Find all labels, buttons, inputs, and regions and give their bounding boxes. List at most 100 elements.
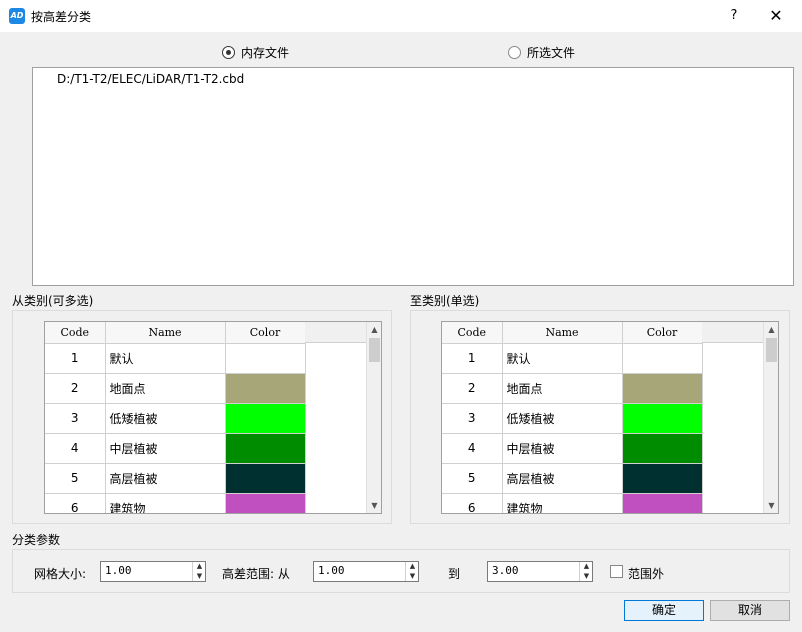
selected-file-label: 所选文件	[527, 45, 576, 60]
row-color-swatch	[225, 493, 306, 513]
table-row[interactable]: 2 地面点	[45, 373, 306, 404]
to-table[interactable]: Code Name Color 1 默认 2 地面点 3 低矮植被 4 中层植被…	[441, 321, 779, 514]
table-row[interactable]: 1 默认	[45, 343, 306, 374]
to-group-box: Code Name Color 1 默认 2 地面点 3 低矮植被 4 中层植被…	[410, 310, 790, 524]
row-code: 3	[45, 403, 106, 434]
ok-button[interactable]: 确定	[624, 600, 704, 621]
row-color-swatch	[622, 403, 703, 434]
height-from-spinbox[interactable]: 1.00 ▲ ▼	[313, 561, 419, 582]
table-row[interactable]: 1 默认	[442, 343, 703, 374]
to-class-table: Code Name Color 1 默认 2 地面点 3 低矮植被 4 中层植被…	[442, 322, 703, 513]
table-row[interactable]: 3 低矮植被	[45, 403, 306, 434]
col-code-header[interactable]: Code	[45, 322, 106, 344]
cancel-button[interactable]: 取消	[710, 600, 790, 621]
from-table[interactable]: Code Name Color 1 默认 2 地面点 3 低矮植被 4 中层植被…	[44, 321, 382, 514]
row-name: 中层植被	[502, 433, 623, 464]
memory-file-label: 内存文件	[241, 45, 290, 60]
window-title: 按高差分类	[31, 10, 92, 24]
scroll-up-icon[interactable]: ▲	[764, 322, 778, 337]
row-color-swatch	[225, 403, 306, 434]
to-table-scrollbar[interactable]: ▲ ▼	[763, 322, 778, 513]
radio-unselected-icon	[508, 45, 521, 59]
col-color-header[interactable]: Color	[622, 322, 703, 344]
row-color-swatch	[622, 343, 703, 374]
table-header-filler	[305, 322, 367, 343]
row-code: 2	[442, 373, 503, 404]
table-row[interactable]: 3 低矮植被	[442, 403, 703, 434]
table-row[interactable]: 5 高层植被	[442, 463, 703, 494]
table-row[interactable]: 6 建筑物	[442, 493, 703, 513]
row-name: 中层植被	[105, 433, 226, 464]
spin-down-icon[interactable]: ▼	[193, 572, 206, 581]
col-name-header[interactable]: Name	[502, 322, 623, 344]
help-button[interactable]: ?	[727, 6, 741, 26]
row-name: 默认	[502, 343, 623, 374]
col-name-header[interactable]: Name	[105, 322, 226, 344]
selected-file-radio[interactable]: 所选文件	[508, 44, 575, 60]
row-name: 高层植被	[502, 463, 623, 494]
row-name: 建筑物	[502, 493, 623, 513]
table-row[interactable]: 4 中层植被	[45, 433, 306, 464]
outside-range-checkbox[interactable]	[610, 565, 623, 578]
row-color-swatch	[622, 463, 703, 494]
from-class-table: Code Name Color 1 默认 2 地面点 3 低矮植被 4 中层植被…	[45, 322, 306, 513]
file-list-item[interactable]: D:/T1-T2/ELEC/LiDAR/T1-T2.cbd	[57, 72, 244, 86]
scroll-thumb[interactable]	[766, 338, 777, 362]
row-name: 地面点	[105, 373, 226, 404]
row-color-swatch	[622, 373, 703, 404]
scroll-thumb[interactable]	[369, 338, 380, 362]
table-row[interactable]: 2 地面点	[442, 373, 703, 404]
row-code: 6	[442, 493, 503, 513]
row-code: 6	[45, 493, 106, 513]
row-color-swatch	[622, 433, 703, 464]
spin-buttons[interactable]: ▲ ▼	[579, 562, 592, 581]
table-row[interactable]: 4 中层植被	[442, 433, 703, 464]
spin-up-icon[interactable]: ▲	[193, 562, 206, 571]
title-bar: AD 按高差分类 ? ✕	[0, 0, 802, 32]
to-label: 到	[448, 567, 461, 581]
from-group-box: Code Name Color 1 默认 2 地面点 3 低矮植被 4 中层植被…	[12, 310, 392, 524]
row-name: 高层植被	[105, 463, 226, 494]
grid-size-spinbox[interactable]: 1.00 ▲ ▼	[100, 561, 206, 582]
from-group-label: 从类别(可多选)	[12, 294, 94, 308]
outside-range-label: 范围外	[628, 567, 665, 581]
table-row[interactable]: 6 建筑物	[45, 493, 306, 513]
from-table-scrollbar[interactable]: ▲ ▼	[366, 322, 381, 513]
scroll-up-icon[interactable]: ▲	[367, 322, 381, 337]
params-group-label: 分类参数	[12, 533, 61, 547]
col-color-header[interactable]: Color	[225, 322, 306, 344]
grid-size-label: 网格大小:	[34, 567, 87, 581]
col-code-header[interactable]: Code	[442, 322, 503, 344]
app-icon: AD	[9, 8, 25, 24]
spin-buttons[interactable]: ▲ ▼	[405, 562, 418, 581]
height-range-label: 高差范围: 从	[222, 567, 290, 581]
row-code: 1	[45, 343, 106, 374]
row-color-swatch	[225, 373, 306, 404]
spin-up-icon[interactable]: ▲	[406, 562, 419, 571]
row-code: 4	[442, 433, 503, 464]
spin-buttons[interactable]: ▲ ▼	[192, 562, 205, 581]
row-code: 3	[442, 403, 503, 434]
scroll-down-icon[interactable]: ▼	[764, 498, 778, 513]
spin-up-icon[interactable]: ▲	[580, 562, 593, 571]
height-from-value: 1.00	[318, 564, 345, 577]
file-list[interactable]: D:/T1-T2/ELEC/LiDAR/T1-T2.cbd	[32, 67, 794, 286]
row-code: 5	[45, 463, 106, 494]
to-group-label: 至类别(单选)	[410, 294, 480, 308]
memory-file-radio[interactable]: 内存文件	[222, 44, 289, 60]
row-color-swatch	[622, 493, 703, 513]
close-button[interactable]: ✕	[766, 6, 786, 26]
scroll-down-icon[interactable]: ▼	[367, 498, 381, 513]
row-color-swatch	[225, 433, 306, 464]
row-name: 建筑物	[105, 493, 226, 513]
row-code: 1	[442, 343, 503, 374]
row-code: 2	[45, 373, 106, 404]
grid-size-value: 1.00	[105, 564, 132, 577]
spin-down-icon[interactable]: ▼	[580, 572, 593, 581]
spin-down-icon[interactable]: ▼	[406, 572, 419, 581]
table-row[interactable]: 5 高层植被	[45, 463, 306, 494]
height-to-spinbox[interactable]: 3.00 ▲ ▼	[487, 561, 593, 582]
radio-selected-icon	[222, 45, 235, 59]
row-name: 地面点	[502, 373, 623, 404]
table-header-filler	[702, 322, 764, 343]
